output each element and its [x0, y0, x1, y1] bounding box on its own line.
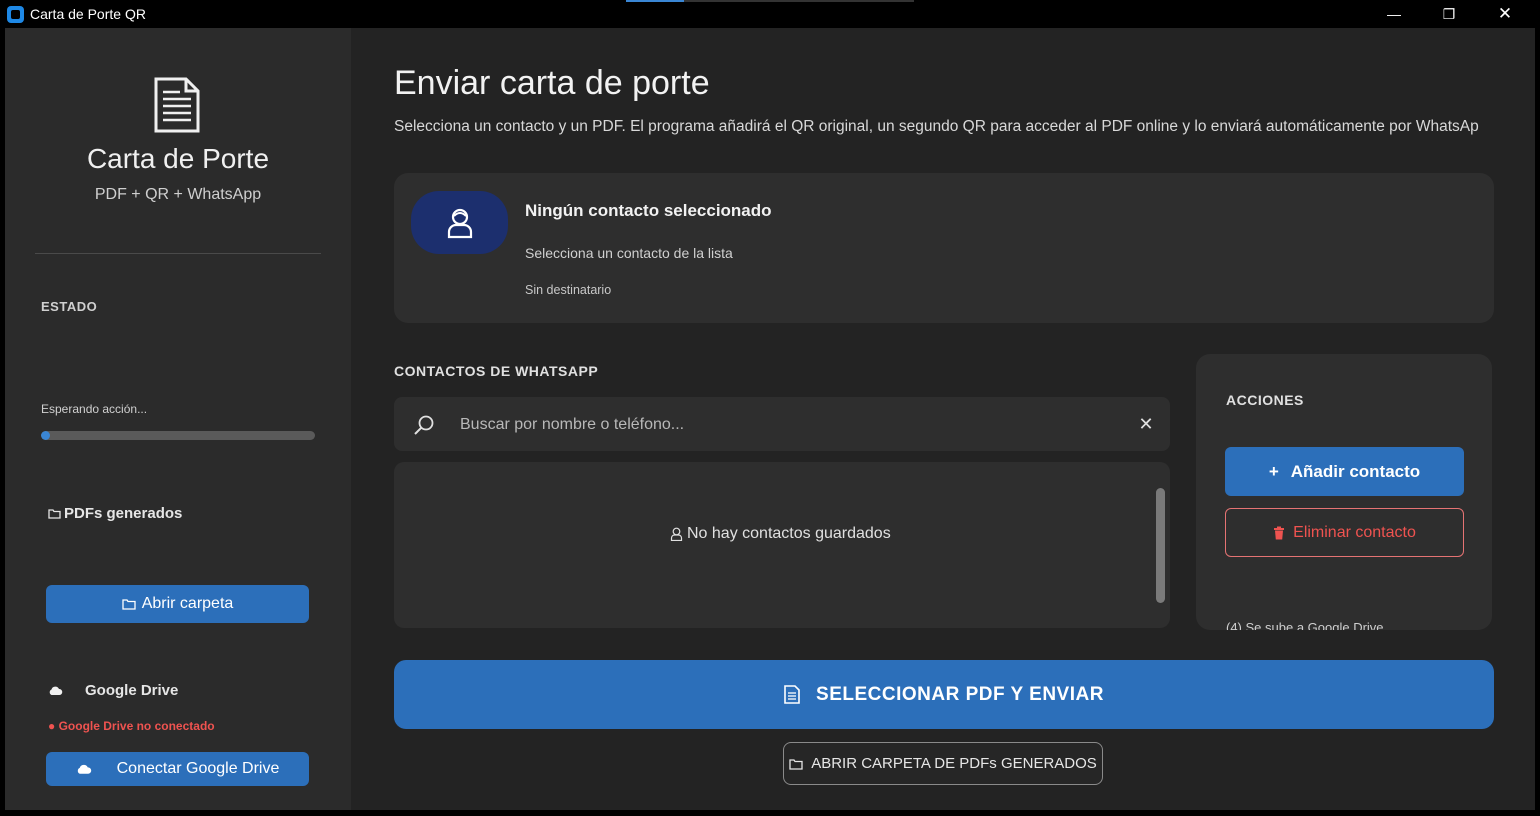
status-text: Esperando acción... [41, 402, 148, 416]
user-icon [447, 208, 472, 238]
window-border-bottom [0, 810, 1540, 816]
actions-note: (4) Se sube a Google Drive [1226, 620, 1384, 630]
gdrive-section-label: Google Drive [85, 682, 179, 699]
app-title: Carta de Porte [86, 143, 270, 174]
title-bar-track [684, 0, 914, 2]
folder-icon [48, 509, 61, 519]
close-button[interactable]: ✕ [1477, 0, 1533, 28]
empty-contacts-message: No hay contactos guardados [670, 525, 891, 543]
open-generated-label: ABRIR CARPETA DE PDFs GENERADOS [811, 755, 1097, 772]
contact-hint: Selecciona un contacto de la lista [525, 245, 733, 261]
avatar [411, 191, 508, 254]
empty-contacts-label: No hay contactos guardados [687, 525, 891, 542]
document-icon [784, 685, 800, 704]
contact-recipient: Sin destinatario [525, 283, 612, 297]
contacts-list-scrollbar[interactable] [1156, 488, 1165, 603]
add-contact-button[interactable]: + Añadir contacto [1225, 447, 1464, 496]
pdfs-section-title: PDFs generados [48, 505, 182, 522]
gdrive-section-title: Google Drive [48, 682, 178, 699]
folder-icon [789, 758, 803, 770]
window-border-right [1535, 28, 1540, 816]
app-subtitle: PDF + QR + WhatsApp [94, 186, 262, 203]
search-icon [414, 415, 434, 435]
pdfs-section-label: PDFs generados [64, 505, 183, 522]
folder-icon [122, 599, 136, 610]
trash-icon [1274, 526, 1285, 539]
actions-title: ACCIONES [1226, 392, 1304, 408]
send-label: SELECCIONAR PDF Y ENVIAR [816, 683, 1104, 705]
delete-contact-button[interactable]: Eliminar contacto [1225, 508, 1464, 557]
plus-icon: + [1268, 461, 1279, 481]
gdrive-status: ● Google Drive no conectado [48, 719, 215, 733]
connect-gdrive-button[interactable]: Conectar Google Drive [46, 752, 309, 786]
select-pdf-and-send-button[interactable]: SELECCIONAR PDF Y ENVIAR [394, 660, 1494, 729]
title-bar-accent [626, 0, 684, 2]
clear-search-button[interactable]: ✕ [1136, 414, 1156, 434]
sidebar-divider [35, 253, 321, 254]
open-folder-label: Abrir carpeta [141, 595, 234, 612]
cloud-icon [49, 686, 63, 695]
window-title-bar [0, 0, 1540, 28]
restore-button[interactable]: ❐ [1421, 0, 1477, 28]
document-icon [154, 77, 200, 133]
add-contact-label: Añadir contacto [1290, 461, 1421, 481]
minimize-button[interactable]: — [1366, 0, 1422, 28]
connect-gdrive-label: Conectar Google Drive [116, 760, 280, 777]
window-title: Carta de Porte QR [30, 6, 146, 22]
page-title: Enviar carta de porte [394, 64, 710, 102]
page-description: Selecciona un contacto y un PDF. El prog… [394, 118, 1479, 135]
progress-bar [41, 431, 315, 440]
cloud-icon [77, 764, 91, 774]
contact-name: Ningún contacto seleccionado [525, 201, 772, 220]
progress-fill [41, 431, 50, 440]
contacts-section-title: CONTACTOS DE WHATSAPP [394, 363, 599, 379]
contacts-list[interactable] [394, 462, 1170, 628]
open-folder-button[interactable]: Abrir carpeta [46, 585, 309, 623]
open-generated-folder-button[interactable]: ABRIR CARPETA DE PDFs GENERADOS [783, 742, 1103, 785]
status-label: ESTADO [41, 299, 98, 314]
search-input[interactable] [458, 413, 1112, 437]
user-icon [670, 527, 683, 541]
app-icon [7, 6, 24, 23]
delete-contact-label: Eliminar contacto [1293, 523, 1416, 541]
